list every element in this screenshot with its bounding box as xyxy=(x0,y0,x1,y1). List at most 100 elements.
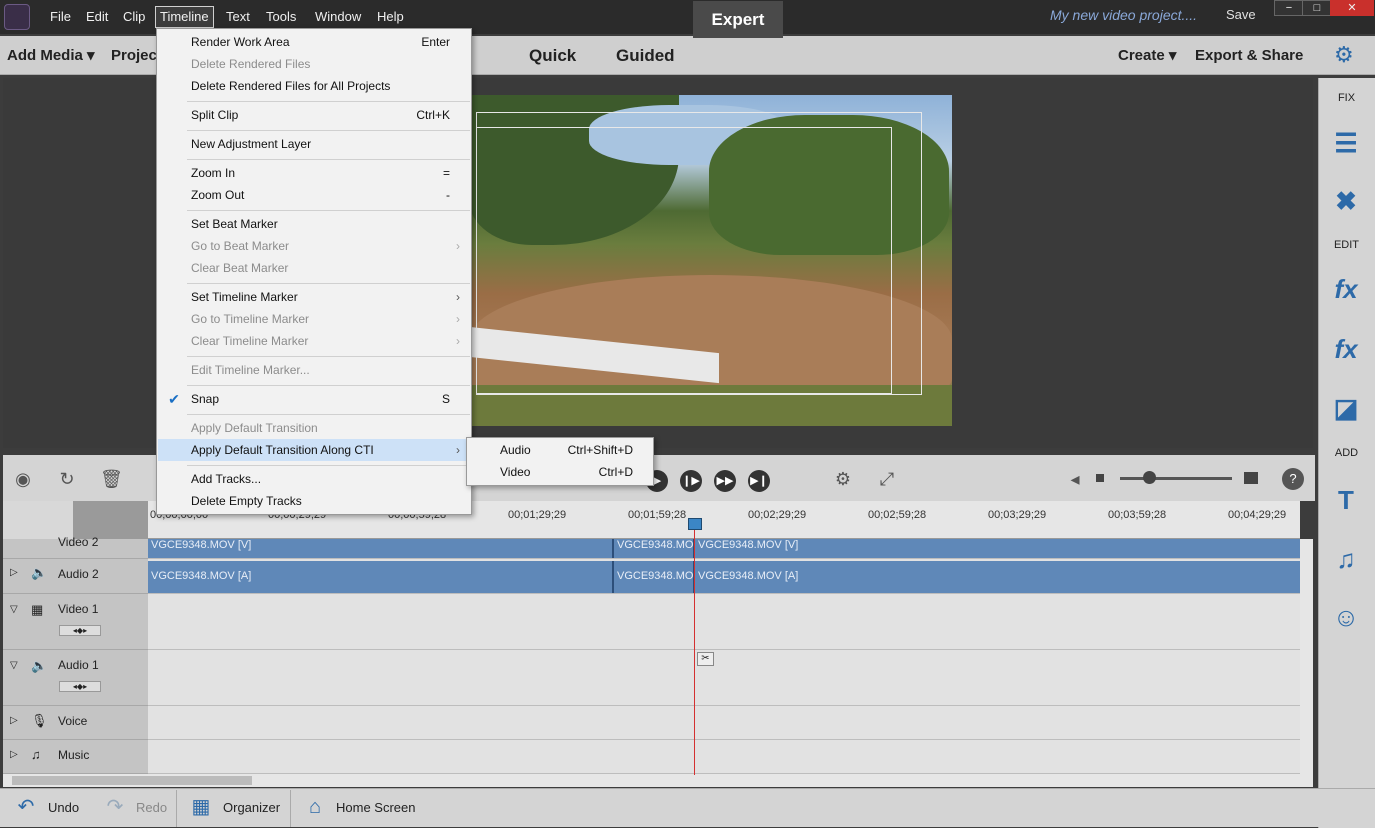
expand-arrow-icon[interactable]: ▷ xyxy=(10,749,18,760)
titles-icon[interactable]: T xyxy=(1330,484,1362,516)
expand-arrow-icon[interactable]: ▷ xyxy=(10,715,18,726)
scrollbar-thumb[interactable] xyxy=(12,776,252,785)
audio-waveform-icon[interactable] xyxy=(73,501,148,539)
organizer-button[interactable]: Organizer xyxy=(223,800,280,815)
tab-quick[interactable]: Quick xyxy=(529,36,576,75)
settings-gear-icon[interactable]: ⚙ xyxy=(1334,42,1354,68)
menu-help[interactable]: Help xyxy=(373,6,408,28)
transitions-icon[interactable]: ◪ xyxy=(1330,392,1362,424)
fullscreen-icon[interactable]: ⤢ xyxy=(876,468,898,490)
next-frame-icon[interactable]: ❙▶ xyxy=(680,470,702,492)
track-header-video-2[interactable]: Video 2 xyxy=(3,535,148,559)
ruler-tick: 00;02;29;29 xyxy=(748,509,807,521)
adjustments-icon[interactable]: ☰ xyxy=(1330,127,1362,159)
menu-item-add-tracks[interactable]: Add Tracks... xyxy=(158,468,470,490)
track-header-voice[interactable]: ▷ 🎙 Voice xyxy=(3,706,148,740)
collapse-arrow-icon[interactable]: ▽ xyxy=(10,604,18,615)
menu-tools[interactable]: Tools xyxy=(262,6,300,28)
menu-item-delete-rendered-all[interactable]: Delete Rendered Files for All Projects xyxy=(158,75,470,97)
current-time-indicator[interactable] xyxy=(694,525,695,775)
music-icon[interactable]: ♫ xyxy=(1330,543,1362,575)
submenu-item-audio[interactable]: Audio Ctrl+Shift+D xyxy=(467,439,653,461)
tab-guided[interactable]: Guided xyxy=(616,36,675,75)
collapse-arrow-icon[interactable]: ▽ xyxy=(10,660,18,671)
scissors-icon[interactable]: ✂ xyxy=(697,652,714,666)
keyframe-controls[interactable]: ◂◆▸ xyxy=(59,625,101,636)
redo-icon[interactable]: ↷ xyxy=(102,795,128,819)
track-header-music[interactable]: ▷ ♫ Music xyxy=(3,740,148,774)
organizer-icon[interactable]: ▦ xyxy=(188,795,214,819)
menu-edit[interactable]: Edit xyxy=(82,6,112,28)
menu-item-new-adjustment-layer[interactable]: New Adjustment Layer xyxy=(158,133,470,155)
clip[interactable]: VGCE9348.MOV [V] xyxy=(148,539,614,558)
minimize-button[interactable]: − xyxy=(1274,0,1304,16)
submenu-item-video[interactable]: Video Ctrl+D xyxy=(467,461,653,483)
menu-clip[interactable]: Clip xyxy=(119,6,149,28)
expand-arrow-icon[interactable]: ▷ xyxy=(10,567,18,578)
cti-handle-icon[interactable] xyxy=(688,518,702,530)
undo-button[interactable]: Undo xyxy=(48,800,79,815)
menu-file[interactable]: File xyxy=(46,6,75,28)
menu-timeline[interactable]: Timeline xyxy=(155,6,214,28)
menu-item-clear-beat-marker[interactable]: Clear Beat Marker xyxy=(158,257,470,279)
redo-button[interactable]: Redo xyxy=(136,800,167,815)
fast-forward-icon[interactable]: ▶▶ xyxy=(714,470,736,492)
graphics-icon[interactable]: ☺ xyxy=(1330,601,1362,633)
menu-item-snap[interactable]: ✔ Snap S xyxy=(158,388,470,410)
goto-end-icon[interactable]: ▶❙ xyxy=(748,470,770,492)
zoom-max-icon[interactable] xyxy=(1244,472,1258,484)
zoom-min-icon[interactable] xyxy=(1096,474,1104,482)
menu-item-zoom-in[interactable]: Zoom In = xyxy=(158,162,470,184)
menu-item-apply-default-transition[interactable]: Apply Default Transition xyxy=(158,417,470,439)
menu-item-set-beat-marker[interactable]: Set Beat Marker xyxy=(158,213,470,235)
maximize-button[interactable]: □ xyxy=(1302,0,1332,16)
zoom-slider-track[interactable] xyxy=(1120,477,1232,480)
undo-icon[interactable]: ↶ xyxy=(13,795,39,819)
menu-item-split-clip[interactable]: Split Clip Ctrl+K xyxy=(158,104,470,126)
help-icon[interactable]: ? xyxy=(1282,468,1304,490)
save-button[interactable]: Save xyxy=(1226,7,1256,22)
speaker-icon: 🔈 xyxy=(31,565,48,580)
track-header-audio-1[interactable]: ▽ 🔈 Audio 1 ◂◆▸ xyxy=(3,650,148,706)
menu-item-delete-empty-tracks[interactable]: Delete Empty Tracks xyxy=(158,490,470,512)
close-button[interactable]: ✕ xyxy=(1330,0,1374,16)
clip[interactable]: VGCE9348.MOV [V] xyxy=(695,539,1300,558)
clip[interactable]: VGCE9348.MO xyxy=(614,539,695,558)
track-header-audio-2[interactable]: ▷ 🔈 Audio 2 xyxy=(3,559,148,594)
create-button[interactable]: Create ▾ xyxy=(1118,36,1176,75)
timeline-tracks[interactable]: VGCE9348.MOV [V] VGCE9348.MO VGCE9348.MO… xyxy=(148,539,1300,774)
clip[interactable]: VGCE9348.MO xyxy=(614,561,695,593)
effects-icon[interactable]: fx xyxy=(1330,333,1362,365)
menu-window[interactable]: Window xyxy=(311,6,365,28)
menu-item-go-to-timeline-marker[interactable]: Go to Timeline Marker › xyxy=(158,308,470,330)
menu-item-delete-rendered-files[interactable]: Delete Rendered Files xyxy=(158,53,470,75)
menu-item-edit-timeline-marker[interactable]: Edit Timeline Marker... xyxy=(158,359,470,381)
zoom-slider-thumb[interactable] xyxy=(1143,471,1156,484)
tools-icon[interactable]: ✖ xyxy=(1330,185,1362,217)
trash-icon[interactable]: 🗑 xyxy=(100,468,123,490)
rotate-icon[interactable]: ↻ xyxy=(56,468,78,490)
menu-item-apply-default-transition-cti[interactable]: Apply Default Transition Along CTI › xyxy=(158,439,470,461)
project-assets-button[interactable]: Projec xyxy=(111,36,157,75)
menu-item-zoom-out[interactable]: Zoom Out - xyxy=(158,184,470,206)
zoom-out-icon[interactable]: ◂ xyxy=(1064,468,1086,490)
render-icon[interactable]: ⚙ xyxy=(832,468,854,490)
keyframe-controls[interactable]: ◂◆▸ xyxy=(59,681,101,692)
timeline-vertical-scrollbar[interactable] xyxy=(1300,539,1313,774)
clip[interactable]: VGCE9348.MOV [A] xyxy=(148,561,614,593)
track-header-video-1[interactable]: ▽ ▦ Video 1 ◂◆▸ xyxy=(3,594,148,650)
clip[interactable]: VGCE9348.MOV [A] xyxy=(695,561,1300,593)
export-share-button[interactable]: Export & Share xyxy=(1195,36,1303,75)
menu-item-go-to-beat-marker[interactable]: Go to Beat Marker › xyxy=(158,235,470,257)
home-screen-button[interactable]: Home Screen xyxy=(336,800,415,815)
add-media-button[interactable]: Add Media ▾ xyxy=(7,36,95,75)
menu-item-clear-timeline-marker[interactable]: Clear Timeline Marker › xyxy=(158,330,470,352)
applied-effects-icon[interactable]: fx xyxy=(1330,273,1362,305)
camera-icon[interactable]: ◉ xyxy=(12,468,34,490)
home-icon[interactable]: ⌂ xyxy=(302,795,328,819)
menu-item-render-work-area[interactable]: Render Work Area Enter xyxy=(158,31,470,53)
menu-text[interactable]: Text xyxy=(222,6,254,28)
tab-expert[interactable]: Expert xyxy=(693,1,783,38)
track-options-icon[interactable] xyxy=(3,501,73,539)
menu-item-set-timeline-marker[interactable]: Set Timeline Marker › xyxy=(158,286,470,308)
